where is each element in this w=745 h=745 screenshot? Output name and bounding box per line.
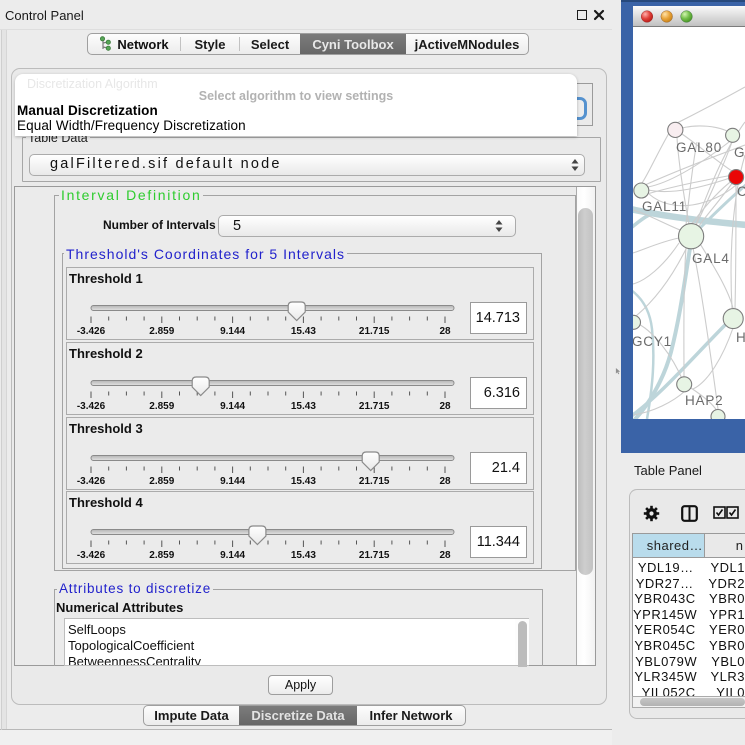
svg-text:28: 28	[439, 401, 451, 412]
svg-text:GAL11: GAL11	[642, 199, 687, 214]
svg-text:28: 28	[439, 326, 451, 337]
svg-text:9.144: 9.144	[220, 401, 245, 412]
svg-text:2.859: 2.859	[149, 476, 174, 487]
svg-text:-3.426: -3.426	[77, 401, 106, 412]
svg-text:28: 28	[439, 550, 451, 561]
svg-text:21.715: 21.715	[359, 326, 390, 337]
svg-text:2.859: 2.859	[149, 401, 174, 412]
svg-text:9.144: 9.144	[220, 326, 245, 337]
svg-text:GCY1: GCY1	[633, 334, 672, 349]
svg-text:15.43: 15.43	[291, 401, 316, 412]
svg-text:21.715: 21.715	[359, 550, 390, 561]
svg-text:21.715: 21.715	[359, 401, 390, 412]
svg-text:GAL80: GAL80	[676, 140, 722, 155]
svg-text:15.43: 15.43	[291, 550, 316, 561]
svg-text:9.144: 9.144	[220, 476, 245, 487]
svg-text:9.144: 9.144	[220, 550, 245, 561]
svg-text:HI: HI	[736, 330, 745, 345]
svg-text:-3.426: -3.426	[77, 326, 106, 337]
svg-text:15.43: 15.43	[291, 326, 316, 337]
svg-text:GAL4: GAL4	[692, 251, 730, 266]
svg-text:GA: GA	[734, 145, 745, 160]
svg-text:21.715: 21.715	[359, 476, 390, 487]
svg-text:15.43: 15.43	[291, 476, 316, 487]
svg-text:HAP2: HAP2	[685, 393, 723, 408]
svg-text:2.859: 2.859	[149, 550, 174, 561]
svg-text:CY: CY	[737, 184, 745, 199]
svg-text:2.859: 2.859	[149, 326, 174, 337]
svg-text:-3.426: -3.426	[77, 476, 106, 487]
svg-text:28: 28	[439, 476, 451, 487]
svg-text:-3.426: -3.426	[77, 550, 106, 561]
